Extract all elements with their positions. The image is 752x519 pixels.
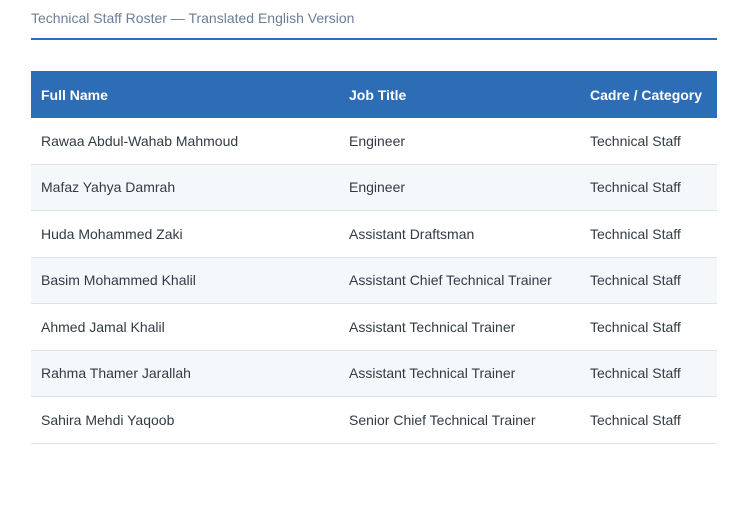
cell-job-title: Engineer bbox=[339, 118, 580, 165]
cell-full-name: Ahmed Jamal Khalil bbox=[31, 303, 339, 351]
column-header-full-name: Full Name bbox=[31, 71, 339, 118]
cell-job-title: Assistant Technical Trainer bbox=[339, 350, 580, 397]
cell-cadre-category: Technical Staff bbox=[580, 303, 717, 351]
table-row: Rahma Thamer Jarallah Assistant Technica… bbox=[31, 350, 717, 397]
cell-cadre-category: Technical Staff bbox=[580, 210, 717, 258]
cell-cadre-category: Technical Staff bbox=[580, 350, 717, 397]
table-row: Rawaa Abdul-Wahab Mahmoud Engineer Techn… bbox=[31, 118, 717, 165]
table-row: Ahmed Jamal Khalil Assistant Technical T… bbox=[31, 303, 717, 351]
document-title: Technical Staff Roster — Translated Engl… bbox=[31, 0, 717, 40]
cell-job-title: Assistant Draftsman bbox=[339, 210, 580, 258]
cell-cadre-category: Technical Staff bbox=[580, 164, 717, 211]
table-header-row: Full Name Job Title Cadre / Category bbox=[31, 71, 717, 118]
cell-job-title: Engineer bbox=[339, 164, 580, 211]
column-header-job-title: Job Title bbox=[339, 71, 580, 118]
cell-cadre-category: Technical Staff bbox=[580, 396, 717, 444]
cell-job-title: Assistant Technical Trainer bbox=[339, 303, 580, 351]
document-page: Technical Staff Roster — Translated Engl… bbox=[31, 0, 717, 444]
cell-full-name: Sahira Mehdi Yaqoob bbox=[31, 396, 339, 444]
cell-job-title: Assistant Chief Technical Trainer bbox=[339, 257, 580, 304]
cell-cadre-category: Technical Staff bbox=[580, 257, 717, 304]
cell-full-name: Huda Mohammed Zaki bbox=[31, 210, 339, 258]
staff-roster-table: Full Name Job Title Cadre / Category Raw… bbox=[31, 71, 717, 444]
cell-full-name: Mafaz Yahya Damrah bbox=[31, 164, 339, 211]
cell-full-name: Rahma Thamer Jarallah bbox=[31, 350, 339, 397]
cell-cadre-category: Technical Staff bbox=[580, 118, 717, 165]
table-row: Sahira Mehdi Yaqoob Senior Chief Technic… bbox=[31, 396, 717, 444]
cell-job-title: Senior Chief Technical Trainer bbox=[339, 396, 580, 444]
table-row: Mafaz Yahya Damrah Engineer Technical St… bbox=[31, 164, 717, 211]
table-row: Huda Mohammed Zaki Assistant Draftsman T… bbox=[31, 210, 717, 258]
cell-full-name: Rawaa Abdul-Wahab Mahmoud bbox=[31, 118, 339, 165]
cell-full-name: Basim Mohammed Khalil bbox=[31, 257, 339, 304]
table-row: Basim Mohammed Khalil Assistant Chief Te… bbox=[31, 257, 717, 304]
column-header-cadre-category: Cadre / Category bbox=[580, 71, 717, 118]
